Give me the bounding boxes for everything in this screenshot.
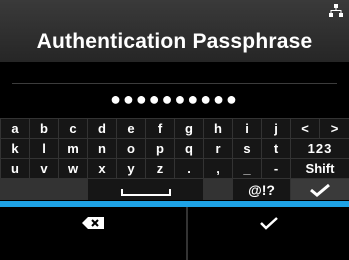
key-n[interactable]: n [88,139,116,158]
key-f[interactable]: f [146,119,174,138]
input-underline [12,83,337,84]
key-hyphen[interactable]: - [262,159,290,178]
key-v[interactable]: v [30,159,58,178]
confirm-softkey[interactable] [188,213,349,233]
checkmark-icon [259,217,278,230]
key-a[interactable]: a [1,119,29,138]
key-b[interactable]: b [30,119,58,138]
key-d[interactable]: d [88,119,116,138]
key-r[interactable]: r [204,139,232,158]
key-s[interactable]: s [233,139,261,158]
key-z[interactable]: z [146,159,174,178]
cursor-right-key[interactable]: > [320,119,349,138]
key-o[interactable]: o [117,139,145,158]
key-k[interactable]: k [1,139,29,158]
key-x[interactable]: x [88,159,116,178]
key-w[interactable]: w [59,159,87,178]
key-p[interactable]: p [146,139,174,158]
key-period[interactable]: . [175,159,203,178]
key-m[interactable]: m [59,139,87,158]
key-t[interactable]: t [262,139,290,158]
title-bar: Authentication Passphrase [0,0,349,62]
backspace-icon [82,217,104,229]
symbols-key[interactable]: @!? [233,179,290,200]
shift-key[interactable]: Shift [291,159,349,178]
enter-key[interactable] [291,179,349,200]
key-q[interactable]: q [175,139,203,158]
network-icon [329,4,343,17]
checkmark-icon [310,183,330,197]
passphrase-field[interactable]: ●●●●●●●●●● [0,62,349,118]
passphrase-value: ●●●●●●●●●● [110,89,239,109]
softkey-bar [0,207,349,260]
key-comma[interactable]: , [204,159,232,178]
key-i[interactable]: i [233,119,261,138]
key-j[interactable]: j [262,119,290,138]
key-c[interactable]: c [59,119,87,138]
key-l[interactable]: l [30,139,58,158]
key-underscore[interactable]: _ [233,159,261,178]
key-u[interactable]: u [1,159,29,178]
key-h[interactable]: h [204,119,232,138]
space-bar-icon [120,189,171,196]
page-title: Authentication Passphrase [36,30,313,53]
on-screen-keyboard: a b c d e f g h i j < > k l m n o p q r … [0,118,349,200]
key-y[interactable]: y [117,159,145,178]
key-g[interactable]: g [175,119,203,138]
space-key[interactable] [88,179,203,200]
backspace-softkey[interactable] [0,213,186,233]
cursor-left-key[interactable]: < [291,119,319,138]
numeric-mode-key[interactable]: 123 [291,139,349,158]
key-e[interactable]: e [117,119,145,138]
